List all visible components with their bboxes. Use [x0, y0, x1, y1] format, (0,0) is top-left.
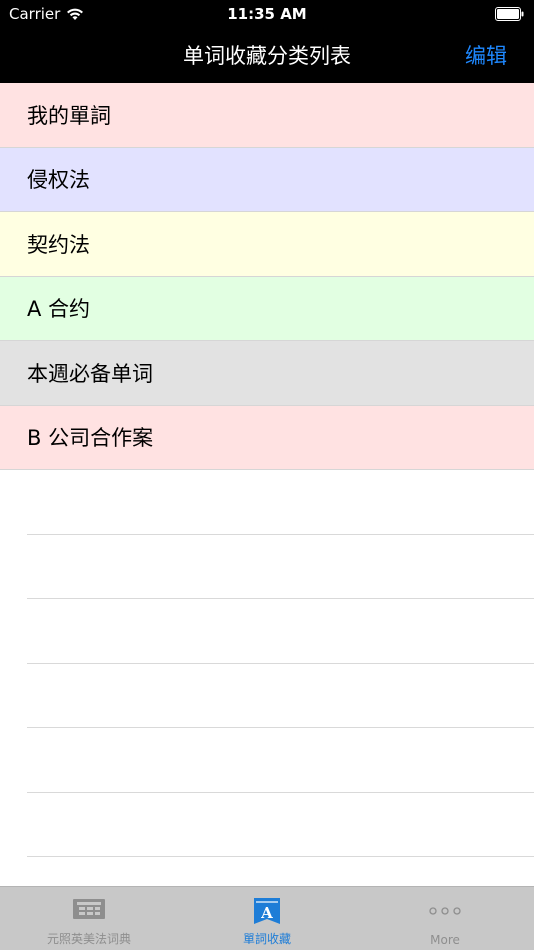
- battery-icon: [495, 7, 524, 21]
- page-title: 单词收藏分类列表: [183, 44, 351, 68]
- tab-label: 元照英美法词典: [46, 932, 131, 946]
- more-icon: [429, 907, 461, 915]
- category-row[interactable]: 契约法: [0, 212, 534, 277]
- dictionary-icon: [73, 899, 105, 919]
- category-label: 契约法: [27, 232, 90, 257]
- navigation-header: Carrier 11:35 AM 单词收藏分类列表 编辑: [0, 0, 534, 83]
- edit-button[interactable]: 编辑: [465, 40, 507, 70]
- category-label: A 合约: [27, 297, 91, 322]
- status-bar: Carrier 11:35 AM: [0, 0, 534, 28]
- category-list: 我的單詞 侵权法 契约法 A 合约 本週必备单词 B 公司合作案: [0, 83, 534, 857]
- category-label: B 公司合作案: [27, 426, 154, 451]
- empty-row-separator: [27, 535, 534, 599]
- category-label: 我的單詞: [27, 103, 111, 128]
- tab-more[interactable]: More: [356, 887, 534, 950]
- empty-row-separator: [27, 793, 534, 857]
- empty-row-separator: [27, 664, 534, 728]
- category-row[interactable]: A 合约: [0, 276, 534, 341]
- tab-label: More: [430, 933, 460, 947]
- category-label: 侵权法: [27, 168, 90, 193]
- tab-bar: 元照英美法词典 A 單詞收藏 More: [0, 886, 534, 950]
- category-row[interactable]: 我的單詞: [0, 83, 534, 148]
- tab-label: 單詞收藏: [242, 932, 291, 946]
- empty-row-separator: [27, 599, 534, 664]
- svg-text:A: A: [260, 904, 273, 922]
- bookmark-icon: A: [254, 898, 280, 924]
- tab-favorites[interactable]: A 單詞收藏: [178, 887, 356, 950]
- status-time: 11:35 AM: [227, 5, 307, 23]
- category-row[interactable]: 侵权法: [0, 147, 534, 212]
- category-row[interactable]: B 公司合作案: [0, 405, 534, 470]
- category-label: 本週必备单词: [27, 361, 153, 386]
- tab-dictionary[interactable]: 元照英美法词典: [0, 887, 178, 950]
- empty-row-separator: [27, 728, 534, 793]
- category-row[interactable]: 本週必备单词: [0, 341, 534, 406]
- empty-row-separator: [27, 470, 534, 535]
